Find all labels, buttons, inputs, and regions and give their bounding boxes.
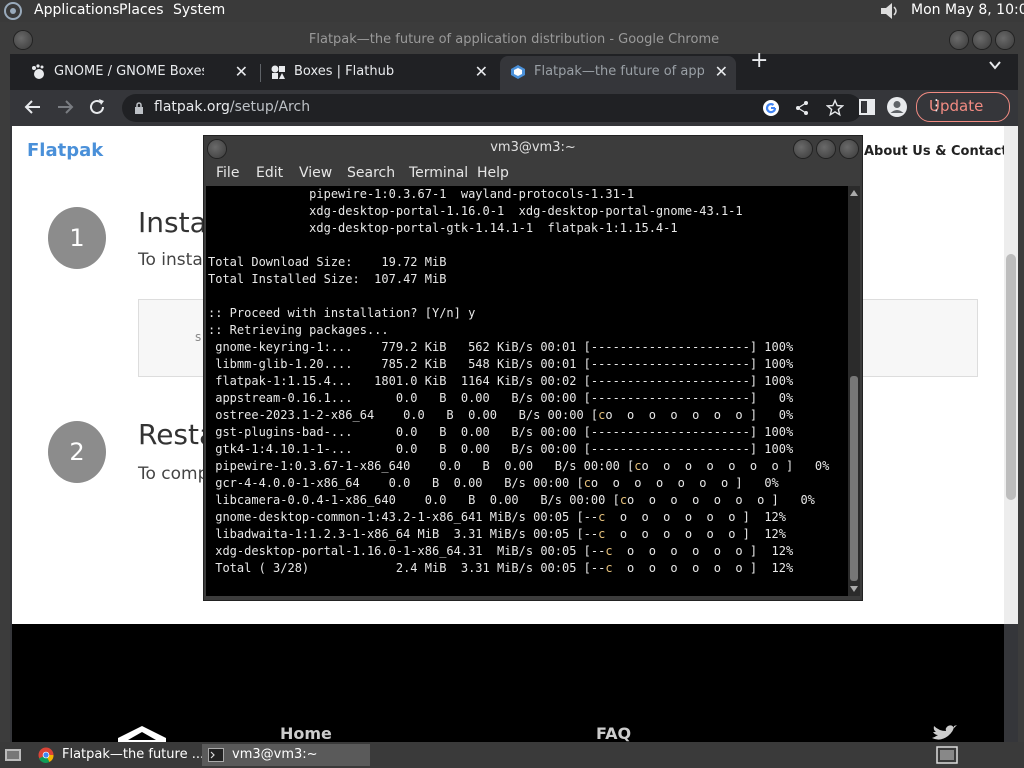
terminal-text: pipewire-1:0.3.67-1 wayland-protocols-1.… (208, 187, 830, 575)
menu-edit[interactable]: Edit (256, 165, 283, 181)
clock[interactable]: Mon May 8, 10:00 (911, 2, 1024, 18)
close-tab-icon[interactable]: ✕ (715, 62, 728, 81)
chrome-icon (38, 747, 54, 763)
flatpak-icon (511, 65, 525, 79)
step-subtitle-2: To comp (138, 464, 209, 484)
about-contact-link[interactable]: About Us & Contact (864, 144, 1004, 159)
update-button[interactable]: Update ⋮ (916, 92, 1010, 122)
google-lens-icon[interactable] (762, 99, 780, 117)
flatpak-footer-logo-icon (118, 726, 166, 742)
share-icon[interactable] (794, 100, 810, 116)
terminal-close-button[interactable] (840, 140, 858, 158)
forward-arrow-icon[interactable] (54, 96, 76, 118)
terminal-title: vm3@vm3:~ (490, 140, 576, 155)
gnome-foot-icon (32, 64, 44, 79)
tab-label: Boxes | Flathub (294, 64, 395, 79)
close-tab-icon[interactable]: ✕ (235, 62, 248, 81)
maximize-button[interactable] (973, 31, 991, 49)
bottom-taskbar: Flatpak—the future ... vm3@vm3:~ (0, 742, 1024, 768)
volume-icon[interactable] (878, 1, 902, 21)
taskbar-label: vm3@vm3:~ (232, 747, 318, 762)
lock-icon[interactable] (134, 102, 144, 114)
scroll-up-arrow-icon[interactable] (850, 190, 858, 196)
page-scrollbar[interactable] (1004, 126, 1018, 624)
show-desktop-icon[interactable] (4, 746, 22, 764)
menu-file[interactable]: File (216, 165, 239, 181)
terminal-scrollbar-thumb[interactable] (850, 376, 858, 581)
tab-label: Flatpak—the future of applica (534, 64, 704, 79)
terminal-menubar: File Edit View Search Terminal Help (204, 162, 862, 186)
gnome-menu-icon[interactable] (4, 2, 22, 20)
close-window-button[interactable] (996, 31, 1014, 49)
tab-flatpak-active[interactable]: Flatpak—the future of applica ✕ (500, 56, 736, 90)
terminal-title-bar[interactable]: vm3@vm3:~ (204, 136, 862, 162)
close-tab-icon[interactable]: ✕ (475, 62, 488, 81)
new-tab-button[interactable]: + (750, 48, 768, 73)
terminal-window: vm3@vm3:~ File Edit View Search Terminal… (204, 136, 862, 600)
taskbar-label: Flatpak—the future ... (62, 747, 205, 762)
tab-gnome-boxes[interactable]: GNOME / GNOME Boxes · Gi ✕ (20, 56, 256, 90)
terminal-icon (208, 748, 224, 762)
side-panel-icon[interactable] (856, 96, 878, 118)
page-footer: Home FAQ (12, 624, 1004, 743)
footer-faq-link[interactable]: FAQ (596, 724, 631, 743)
menu-help[interactable]: Help (477, 165, 509, 181)
flathub-icon (271, 65, 285, 79)
taskbar-terminal[interactable]: vm3@vm3:~ (202, 744, 370, 766)
minimize-button[interactable] (950, 31, 968, 49)
code-text: s (195, 330, 202, 344)
reload-icon[interactable] (86, 96, 108, 118)
window-title: Flatpak—the future of application distri… (308, 32, 720, 47)
tab-label: GNOME / GNOME Boxes · Gi (54, 64, 204, 79)
profile-avatar-icon[interactable] (886, 96, 908, 118)
footer-home-link[interactable]: Home (280, 724, 332, 743)
flatpak-brand-link[interactable]: Flatpak (27, 140, 103, 161)
top-panel: Applications Places System Mon May 8, 10… (0, 0, 1024, 22)
menu-view[interactable]: View (299, 165, 332, 181)
places-menu[interactable]: Places (119, 2, 164, 18)
url-text: flatpak.org/setup/Arch (154, 99, 311, 115)
terminal-scrollbar[interactable] (848, 186, 860, 596)
system-menu[interactable]: System (173, 2, 225, 18)
browser-toolbar: flatpak.org/setup/Arch Update ⋮ (10, 90, 1018, 124)
terminal-output[interactable]: pipewire-1:0.3.67-1 wayland-protocols-1.… (206, 186, 848, 596)
step-title-1: Insta (138, 206, 207, 239)
menu-terminal[interactable]: Terminal (409, 165, 468, 181)
back-arrow-icon[interactable] (22, 96, 44, 118)
twitter-icon[interactable] (930, 724, 958, 742)
taskbar-chrome[interactable]: Flatpak—the future ... (32, 744, 204, 766)
tab-strip: GNOME / GNOME Boxes · Gi ✕ Boxes | Flath… (10, 48, 1018, 90)
step-number-1: 1 (48, 207, 106, 269)
terminal-maximize-button[interactable] (817, 140, 835, 158)
bookmark-star-icon[interactable] (826, 99, 844, 117)
more-menu-icon[interactable]: ⋮ (929, 96, 999, 114)
step-subtitle-1: To insta (138, 250, 203, 270)
chevron-down-icon[interactable] (988, 58, 1002, 72)
terminal-minimize-button[interactable] (794, 140, 812, 158)
workspace-switcher-icon[interactable] (936, 746, 958, 764)
window-title-bar[interactable]: Flatpak—the future of application distri… (10, 26, 1018, 54)
tab-flathub-boxes[interactable]: Boxes | Flathub ✕ (260, 56, 496, 90)
page-scrollbar-thumb[interactable] (1006, 254, 1016, 500)
step-number-2: 2 (48, 421, 106, 483)
applications-menu[interactable]: Applications (34, 2, 120, 18)
address-bar[interactable]: flatpak.org/setup/Arch (122, 94, 862, 122)
menu-search[interactable]: Search (347, 165, 395, 181)
scroll-down-arrow-icon[interactable] (850, 586, 858, 592)
